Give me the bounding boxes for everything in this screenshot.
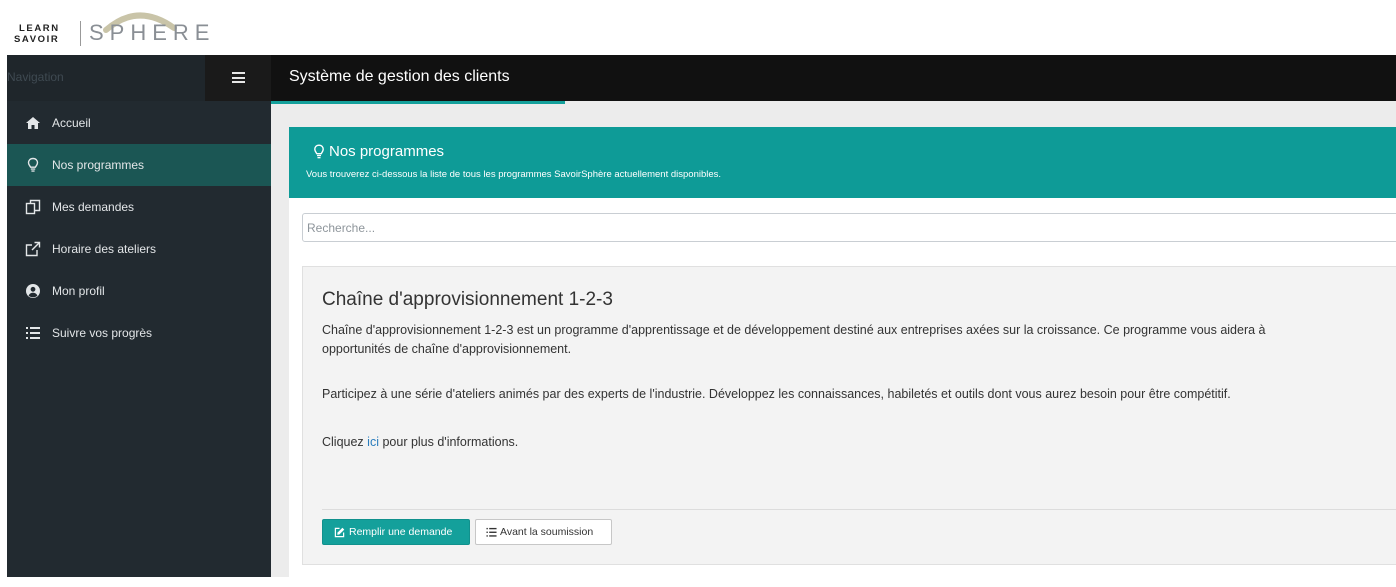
program-description-line1: Chaîne d'approvisionnement 1-2-3 est un … [322,323,1266,337]
info-suffix: pour plus d'informations. [378,435,519,449]
header-active-indicator [271,101,565,104]
logo-learn-text: LEARN [19,23,60,34]
sidebar-item-accueil[interactable]: Accueil [7,102,271,144]
sidebar-item-label: Suivre vos progrès [52,326,153,340]
logo-savoir-text: SAVOIR [14,34,60,45]
page-title: Système de gestion des clients [289,68,510,85]
hamburger-icon [232,72,245,83]
sidebar: Navigation Accueil Nos programmes Mes de… [7,55,271,577]
sidebar-nav: Accueil Nos programmes Mes demandes Hora… [7,102,271,354]
sidebar-toggle-button[interactable] [205,55,271,101]
sidebar-item-nos-programmes[interactable]: Nos programmes [7,144,271,186]
panel-subtitle: Vous trouverez ci-dessous la liste de to… [306,169,722,180]
program-card: Chaîne d'approvisionnement 1-2-3 Chaîne … [302,266,1396,565]
lightbulb-icon [314,144,324,159]
program-title: Chaîne d'approvisionnement 1-2-3 [322,289,613,310]
logo-wordmark: SPHERE [89,20,216,45]
program-divider [322,509,1396,510]
fill-request-label: Remplir une demande [349,526,453,538]
info-prefix: Cliquez [322,435,368,449]
program-info-line: Cliquez ici pour plus d'informations. [322,433,518,452]
sidebar-item-label: Mon profil [52,284,105,298]
app-header: Système de gestion des clients [271,55,1396,101]
info-link[interactable]: ici [367,435,379,449]
logo-divider [80,21,81,46]
sidebar-item-label: Horaire des ateliers [52,242,157,256]
edit-icon [334,527,345,538]
lightbulb-icon [27,157,39,172]
before-submission-label: Avant la soumission [500,526,594,538]
home-icon [26,117,40,129]
user-circle-icon [26,284,40,298]
panel-header: Nos programmes Vous trouverez ci-dessous… [289,127,1396,198]
logo-strip: LEARN SAVOIR SPHERE [0,0,1396,55]
copy-icon [25,199,41,215]
main-content: Nos programmes Vous trouverez ci-dessous… [271,101,1396,587]
panel-title: Nos programmes [329,143,445,160]
search-input[interactable] [302,213,1396,242]
sidebar-heading: Navigation [7,70,64,84]
sidebar-item-horaire-des-ateliers[interactable]: Horaire des ateliers [7,228,271,270]
learnsphere-logo[interactable]: LEARN SAVOIR SPHERE [14,6,214,52]
program-description-line2: opportunités de chaîne d'approvisionneme… [322,342,572,356]
sidebar-item-mes-demandes[interactable]: Mes demandes [7,186,271,228]
list-icon [26,327,40,339]
sidebar-header: Navigation [7,55,271,101]
sidebar-item-suivre-vos-progres[interactable]: Suivre vos progrès [7,312,271,354]
sidebar-item-mon-profil[interactable]: Mon profil [7,270,271,312]
external-link-icon [25,241,41,257]
programs-panel: Nos programmes Vous trouverez ci-dessous… [289,127,1396,587]
sidebar-item-label: Accueil [52,116,91,130]
program-paragraph: Participez à une série d'ateliers animés… [322,387,1231,401]
fill-request-button[interactable]: Remplir une demande [322,519,470,545]
sidebar-item-label: Mes demandes [52,200,135,214]
before-submission-button[interactable]: Avant la soumission [475,519,612,545]
list-icon [486,527,497,537]
sidebar-item-label: Nos programmes [52,158,145,172]
